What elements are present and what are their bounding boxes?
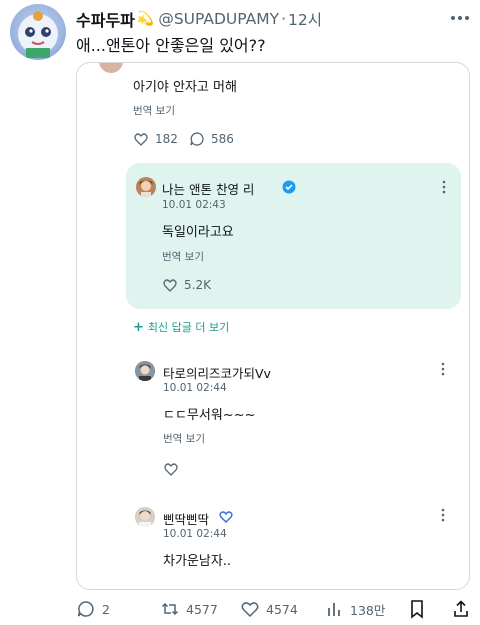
- reply-timestamp: 10.01 02:43: [162, 199, 226, 211]
- comment2-text: ㄷㄷ무서워~~~: [163, 408, 256, 423]
- heart-hand-icon: [163, 279, 177, 292]
- reply-more-icon[interactable]: [441, 179, 447, 195]
- attached-image-card[interactable]: 아기야 안자고 머해 번역 보기 182 586 나는 앤톤 찬영 리 10.0…: [76, 62, 470, 590]
- tweet-action-bar: 2 4577 4574 138만: [76, 598, 470, 620]
- comment2-translate[interactable]: 번역 보기: [163, 431, 205, 446]
- share-icon: [454, 600, 468, 617]
- reply-like-count: 5.2K: [184, 278, 211, 292]
- comment3-author-name[interactable]: 삔딱삔딱: [163, 509, 209, 528]
- reply-translate[interactable]: 번역 보기: [162, 249, 204, 264]
- cropped-avatar: [99, 63, 123, 73]
- blue-heart-icon: [219, 511, 233, 524]
- comment2-avatar[interactable]: [135, 361, 155, 381]
- comment1-translate[interactable]: 번역 보기: [133, 103, 175, 118]
- reply-count: 2: [102, 601, 110, 617]
- comment1-like-count: 182: [155, 132, 178, 146]
- retweet-button[interactable]: 4577: [160, 598, 218, 620]
- highlighted-reply: 나는 앤톤 찬영 리 10.01 02:43 독일이라고요 번역 보기 5.2K: [126, 163, 461, 309]
- reply-button[interactable]: 2: [76, 598, 110, 620]
- views-button[interactable]: 138만: [326, 598, 385, 620]
- like-button[interactable]: 4574: [240, 598, 298, 620]
- comment2-timestamp: 10.01 02:44: [163, 382, 227, 394]
- more-replies-label: 최신 답글 더 보기: [147, 321, 230, 334]
- comment3-avatar[interactable]: [135, 507, 155, 527]
- tweet-header: 수파두파 💫 @SUPADUPAMY · 12시: [76, 6, 472, 32]
- like-count: 4574: [266, 601, 298, 617]
- bookmark-icon: [411, 600, 423, 619]
- views-chart-icon: [328, 603, 340, 616]
- comment3-text: 차가운남자..: [163, 554, 232, 569]
- plus-icon: +: [133, 319, 144, 335]
- heart-hand-icon: [134, 133, 148, 146]
- verified-badge-icon: [282, 180, 296, 194]
- comment1-text: 아기야 안자고 머해: [133, 80, 237, 95]
- comment2-author-name[interactable]: 타로의리즈코가되Vv: [163, 363, 271, 382]
- retweet-count: 4577: [186, 601, 218, 617]
- comment1-reply-count: 586: [211, 132, 234, 146]
- separator-dot: ·: [281, 10, 286, 28]
- more-replies-link[interactable]: + 최신 답글 더 보기: [133, 319, 229, 335]
- sparkle-emoji: 💫: [136, 11, 155, 27]
- tweet-text: 애...앤톤아 안좋은일 있어??: [76, 36, 266, 55]
- retweet-icon: [161, 602, 179, 616]
- reply-bubble-icon: [190, 132, 204, 146]
- heart-hand-icon: [164, 463, 178, 476]
- reply-like[interactable]: 5.2K: [162, 277, 211, 293]
- views-count: 138만: [350, 602, 386, 618]
- author-avatar[interactable]: [10, 4, 66, 60]
- comment2-like[interactable]: [163, 461, 179, 477]
- comment3-timestamp: 10.01 02:44: [163, 528, 227, 540]
- comment1-like[interactable]: 182: [133, 131, 178, 147]
- comment1-reply[interactable]: 586: [189, 131, 234, 147]
- author-name[interactable]: 수파두파: [76, 7, 135, 31]
- reply-text: 독일이라고요: [162, 225, 234, 240]
- reply-icon: [77, 601, 94, 617]
- share-button[interactable]: [452, 598, 470, 620]
- reply-author-name[interactable]: 나는 앤톤 찬영 리: [162, 179, 254, 198]
- bookmark-button[interactable]: [408, 598, 426, 620]
- author-handle[interactable]: @SUPADUPAMY: [158, 10, 279, 28]
- reply-avatar[interactable]: [136, 177, 156, 197]
- more-options-icon[interactable]: [448, 8, 472, 28]
- comment2-more-icon[interactable]: [440, 361, 446, 377]
- comment3-more-icon[interactable]: [440, 507, 446, 523]
- heart-icon: [241, 602, 259, 618]
- tweet-time[interactable]: 12시: [288, 8, 322, 30]
